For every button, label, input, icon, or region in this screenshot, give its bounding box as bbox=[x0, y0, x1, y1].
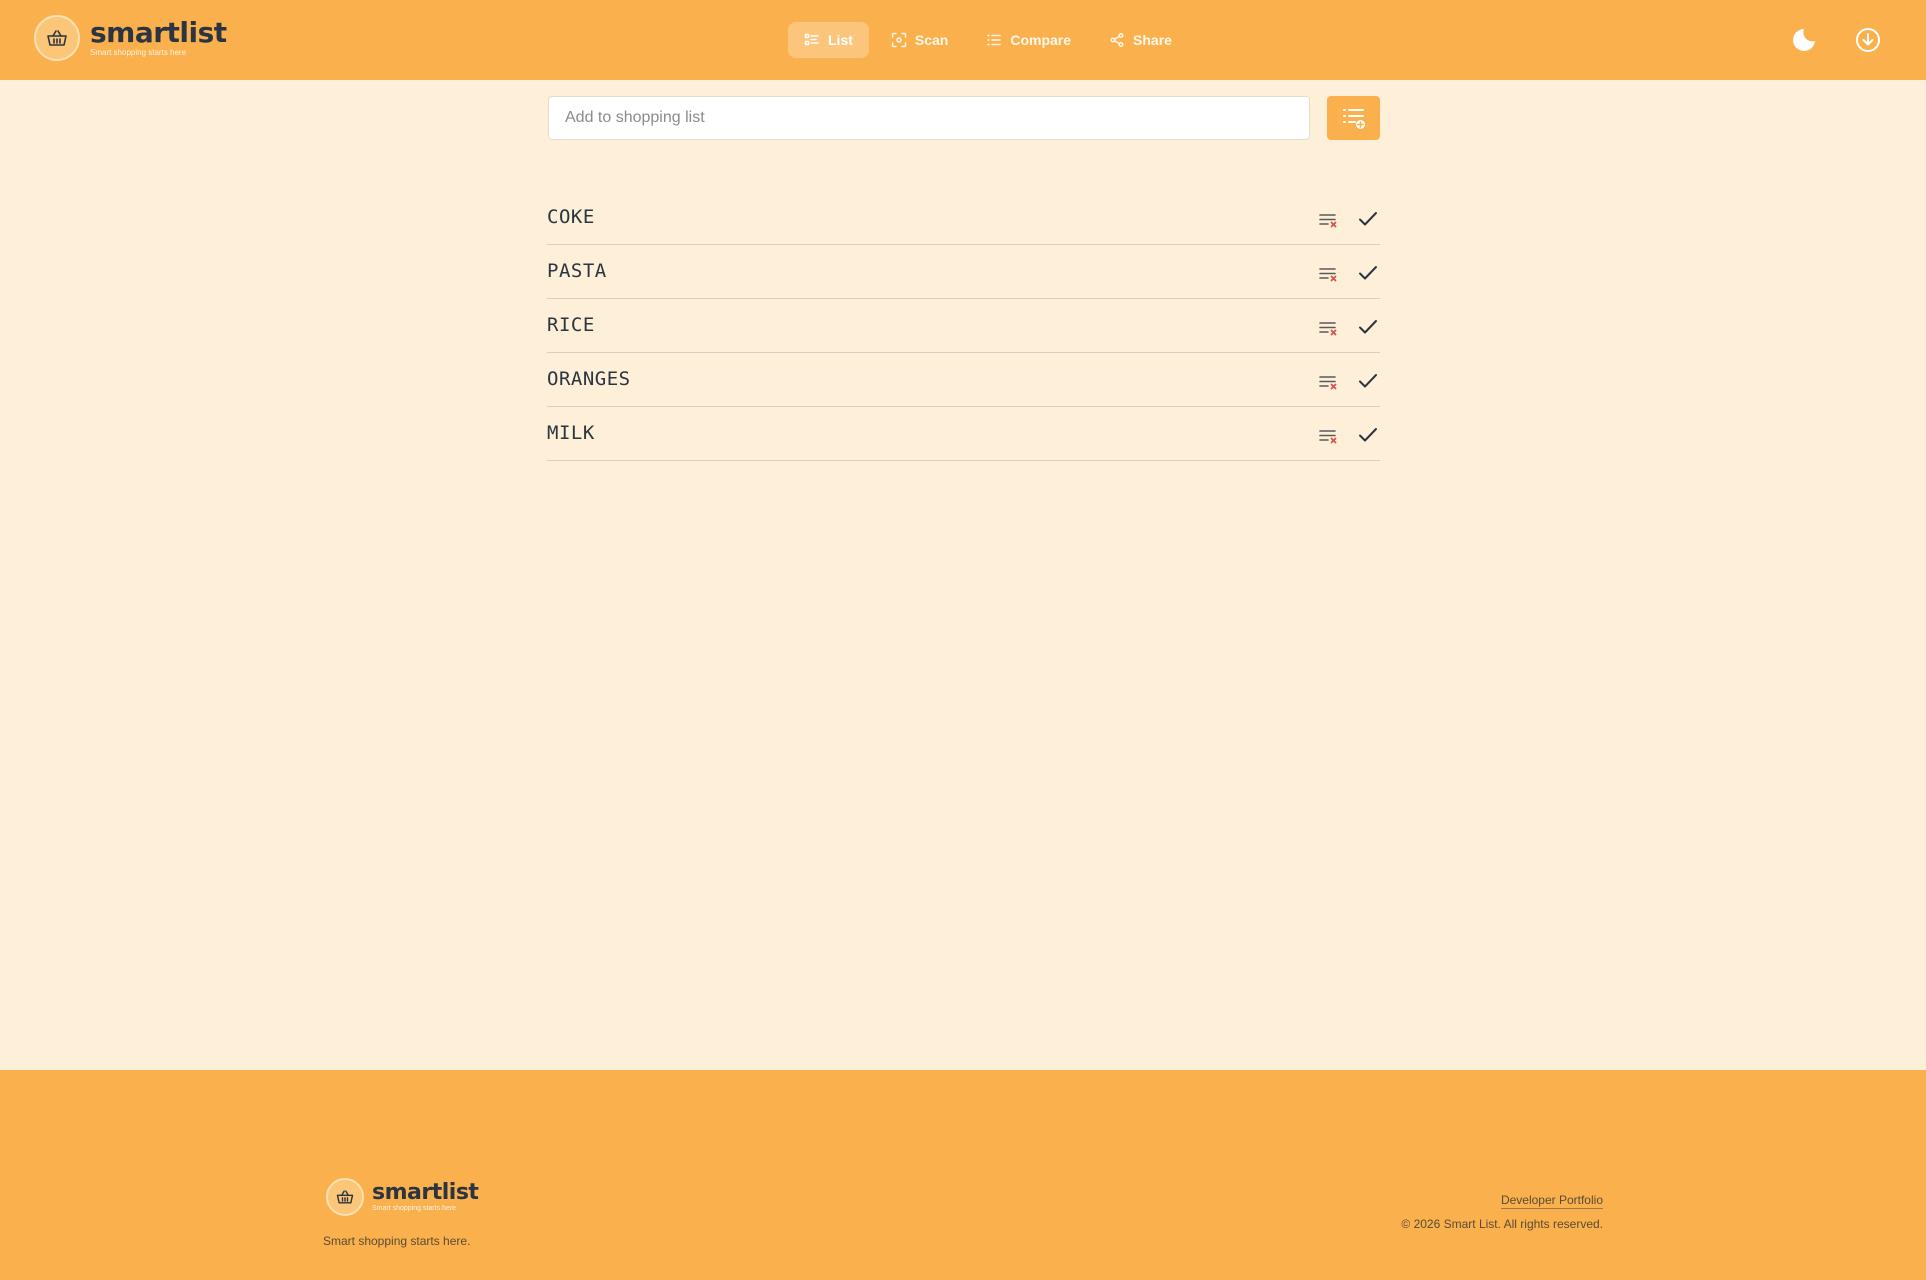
brand-name: smartlist bbox=[90, 15, 227, 49]
check-item-button[interactable] bbox=[1356, 369, 1380, 393]
remove-item-button[interactable] bbox=[1318, 317, 1340, 339]
list-icon bbox=[804, 33, 819, 46]
check-icon bbox=[1359, 266, 1377, 280]
main-nav: List Scan Compare Share bbox=[788, 22, 1188, 58]
nav-compare-label: Compare bbox=[1010, 32, 1072, 48]
list-item: MILK bbox=[547, 408, 1380, 461]
footer-tagline: Smart shopping starts here. bbox=[323, 1234, 471, 1248]
remove-item-icon bbox=[1319, 430, 1337, 444]
nav-compare[interactable]: Compare bbox=[970, 22, 1087, 58]
item-name: PASTA bbox=[547, 260, 607, 282]
list-item: ORANGES bbox=[547, 354, 1380, 407]
remove-item-button[interactable] bbox=[1318, 425, 1340, 447]
check-item-button[interactable] bbox=[1356, 207, 1380, 231]
footer-brand-name: smartlist bbox=[372, 1179, 479, 1205]
scan-icon bbox=[891, 32, 907, 48]
add-item-row bbox=[548, 96, 1380, 140]
theme-toggle-button[interactable] bbox=[1786, 22, 1822, 58]
remove-item-icon bbox=[1319, 376, 1337, 390]
remove-item-button[interactable] bbox=[1318, 263, 1340, 285]
nav-scan[interactable]: Scan bbox=[875, 22, 964, 58]
nav-list[interactable]: List bbox=[788, 22, 869, 58]
share-icon bbox=[1110, 32, 1124, 48]
brand-tagline: Smart shopping starts here bbox=[90, 47, 187, 57]
nav-share-label: Share bbox=[1133, 32, 1172, 48]
item-name: ORANGES bbox=[547, 368, 631, 390]
compare-icon bbox=[987, 34, 1002, 46]
brand-logo[interactable]: smartlist Smart shopping starts here bbox=[34, 15, 227, 61]
footer-brand-logo: smartlist Smart shopping starts here bbox=[326, 1178, 479, 1216]
remove-item-icon bbox=[1319, 322, 1337, 336]
check-item-button[interactable] bbox=[1356, 261, 1380, 285]
check-icon bbox=[1359, 320, 1377, 334]
list-item: RICE bbox=[547, 300, 1380, 353]
item-name: RICE bbox=[547, 314, 595, 336]
list-item: PASTA bbox=[547, 246, 1380, 299]
item-name: COKE bbox=[547, 206, 595, 228]
check-icon bbox=[1359, 428, 1377, 442]
remove-item-icon bbox=[1319, 268, 1337, 282]
check-icon bbox=[1359, 212, 1377, 226]
check-item-button[interactable] bbox=[1356, 423, 1380, 447]
developer-portfolio-link[interactable]: Developer Portfolio bbox=[1500, 1193, 1603, 1209]
remove-item-button[interactable] bbox=[1318, 371, 1340, 393]
basket-icon bbox=[326, 1178, 364, 1216]
footer-copyright: © 2026 Smart List. All rights reserved. bbox=[1401, 1217, 1603, 1231]
list-item: COKE bbox=[547, 192, 1380, 245]
footer-brand-tagline: Smart shopping starts here bbox=[372, 1204, 457, 1212]
basket-icon bbox=[34, 15, 80, 61]
top-header: smartlist Smart shopping starts here Lis… bbox=[0, 0, 1926, 80]
remove-item-icon bbox=[1319, 214, 1337, 228]
moon-icon bbox=[1793, 29, 1815, 51]
install-button[interactable] bbox=[1850, 22, 1886, 58]
nav-scan-label: Scan bbox=[914, 32, 949, 48]
nav-list-label: List bbox=[828, 32, 853, 48]
add-item-button[interactable] bbox=[1327, 96, 1380, 140]
download-icon bbox=[1856, 28, 1880, 52]
item-name: MILK bbox=[547, 422, 595, 444]
page-footer: smartlist Smart shopping starts here Sma… bbox=[0, 1070, 1926, 1280]
add-list-icon bbox=[1342, 109, 1365, 129]
nav-share[interactable]: Share bbox=[1093, 22, 1188, 58]
check-item-button[interactable] bbox=[1356, 315, 1380, 339]
remove-item-button[interactable] bbox=[1318, 209, 1340, 231]
add-item-input[interactable] bbox=[548, 96, 1310, 140]
check-icon bbox=[1359, 374, 1377, 388]
shopping-list: COKE PASTA RICE ORANGES MILK bbox=[547, 192, 1380, 462]
